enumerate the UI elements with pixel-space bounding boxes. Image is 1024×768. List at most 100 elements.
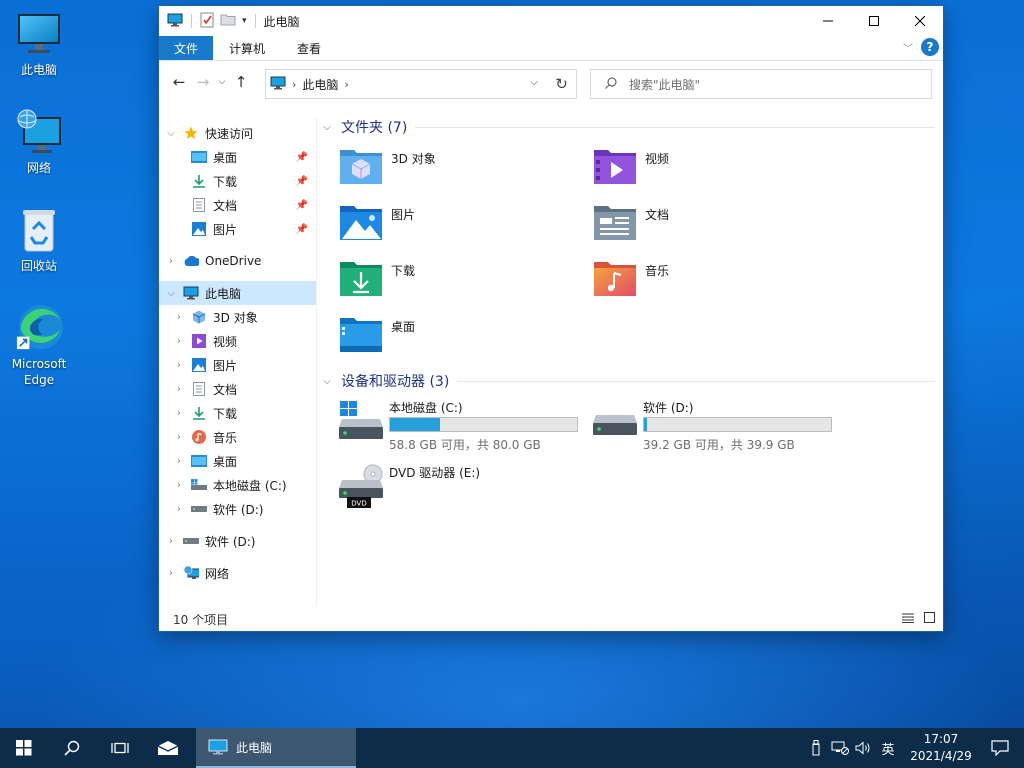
chevron-right-icon[interactable]: ›	[173, 384, 185, 395]
desktop-icon-edge[interactable]: Microsoft Edge	[0, 304, 79, 388]
chevron-right-icon[interactable]: ›	[165, 568, 177, 579]
sidebar-item-desktop[interactable]: › 桌面	[159, 449, 316, 473]
mail-button[interactable]	[144, 728, 192, 768]
recent-locations-button[interactable]: ⌵	[215, 70, 229, 94]
folder-desktop[interactable]: 桌面	[339, 314, 415, 354]
chevron-down-icon[interactable]: ⌵	[319, 376, 335, 387]
chevron-right-icon[interactable]: ›	[292, 78, 296, 91]
action-center-button[interactable]	[976, 740, 1024, 756]
chevron-right-icon[interactable]: ›	[173, 336, 185, 347]
drive-d[interactable]: 软件 (D:) 39.2 GB 可用，共 39.9 GB	[593, 399, 833, 453]
sidebar-item-desktop-pinned[interactable]: 桌面 📌	[159, 145, 316, 169]
this-pc-small-icon	[167, 13, 183, 30]
sidebar-item-drive-c[interactable]: › 本地磁盘 (C:)	[159, 473, 316, 497]
sidebar-label: 文档	[213, 382, 238, 397]
desktop-icon-network[interactable]: 网络	[0, 108, 79, 176]
forward-button[interactable]: →	[191, 70, 215, 94]
folders-group-header[interactable]: ⌵ 文件夹 (7)	[319, 116, 943, 138]
chevron-down-icon[interactable]: ⌵	[165, 288, 177, 299]
sidebar-item-downloads-pinned[interactable]: 下载 📌	[159, 169, 316, 193]
folder-3d-objects[interactable]: 3D 对象	[339, 146, 436, 186]
sidebar-item-onedrive[interactable]: › OneDrive	[159, 249, 316, 273]
maximize-button[interactable]	[851, 6, 897, 36]
drive-name: DVD 驱动器 (E:)	[389, 466, 481, 480]
network-status-icon[interactable]	[828, 741, 852, 755]
sidebar-label: 网络	[205, 566, 230, 581]
chevron-right-icon[interactable]: ›	[173, 432, 185, 443]
details-view-icon[interactable]	[902, 612, 914, 626]
desktop-icon-this-pc[interactable]: 此电脑	[0, 10, 79, 78]
new-folder-icon[interactable]	[220, 13, 236, 29]
task-view-button[interactable]	[96, 728, 144, 768]
address-dropdown-icon[interactable]: ⌵	[530, 77, 538, 88]
sidebar-item-drive-d-root[interactable]: › 软件 (D:)	[159, 529, 316, 553]
help-icon[interactable]: ?	[921, 38, 939, 56]
sidebar-item-downloads[interactable]: › 下载	[159, 401, 316, 425]
close-button[interactable]	[897, 6, 943, 36]
start-button[interactable]	[0, 728, 48, 768]
pin-icon[interactable]: 📌	[296, 152, 308, 163]
large-icons-view-icon[interactable]	[924, 612, 935, 626]
sidebar-item-this-pc[interactable]: ⌵ 此电脑	[159, 281, 316, 305]
chevron-right-icon[interactable]: ›	[344, 78, 348, 91]
usb-icon[interactable]	[804, 740, 828, 756]
windows-logo-icon	[16, 740, 32, 756]
sidebar-item-3d-objects[interactable]: › 3D 对象	[159, 305, 316, 329]
volume-icon[interactable]	[852, 741, 876, 755]
expand-ribbon-icon[interactable]: ﹀	[903, 40, 913, 55]
mail-icon	[157, 741, 179, 755]
pin-icon[interactable]: 📌	[296, 176, 308, 187]
tab-file[interactable]: 文件	[159, 36, 214, 60]
chevron-down-icon[interactable]: ⌵	[165, 128, 177, 139]
folder-music[interactable]: 音乐	[593, 258, 669, 298]
taskbar-app-this-pc[interactable]: 此电脑	[196, 728, 356, 768]
folder-videos[interactable]: 视频	[593, 146, 669, 186]
tab-view[interactable]: 查看	[281, 36, 337, 60]
customize-quick-access-icon[interactable]: ▾	[242, 16, 247, 26]
pin-icon[interactable]: 📌	[296, 200, 308, 211]
properties-icon[interactable]	[200, 12, 214, 31]
desktop-icon-recycle-bin[interactable]: 回收站	[0, 206, 79, 274]
sidebar-item-pictures[interactable]: › 图片	[159, 353, 316, 377]
title-bar[interactable]: ▾ 此电脑	[159, 6, 943, 36]
tab-computer[interactable]: 计算机	[213, 36, 281, 60]
download-icon	[191, 405, 207, 421]
search-input[interactable]: 搜索"此电脑"	[590, 69, 932, 99]
pin-icon[interactable]: 📌	[296, 224, 308, 235]
breadcrumb[interactable]: 此电脑	[302, 76, 338, 93]
drive-icon	[593, 415, 637, 435]
drive-c[interactable]: 本地磁盘 (C:) 58.8 GB 可用，共 80.0 GB	[339, 399, 579, 453]
chevron-right-icon[interactable]: ›	[165, 536, 177, 547]
folder-documents[interactable]: 文档	[593, 202, 669, 242]
chevron-right-icon[interactable]: ›	[173, 480, 185, 491]
folder-pictures[interactable]: 图片	[339, 202, 415, 242]
group-divider	[457, 380, 935, 382]
dvd-drive-icon: DVD	[339, 464, 383, 508]
chevron-right-icon[interactable]: ›	[173, 360, 185, 371]
folder-downloads[interactable]: 下载	[339, 258, 415, 298]
chevron-right-icon[interactable]: ›	[165, 256, 177, 267]
drive-e-dvd[interactable]: DVD DVD 驱动器 (E:)	[339, 464, 579, 510]
sidebar-item-drive-d[interactable]: › 软件 (D:)	[159, 497, 316, 521]
input-method-indicator[interactable]: 英	[876, 739, 900, 758]
search-button[interactable]	[48, 728, 96, 768]
up-button[interactable]: ↑	[229, 70, 253, 94]
chevron-right-icon[interactable]: ›	[173, 408, 185, 419]
refresh-button[interactable]: ↻	[547, 69, 577, 99]
minimize-button[interactable]	[805, 6, 851, 36]
sidebar-item-quick-access[interactable]: ⌵ 快速访问	[159, 121, 316, 145]
back-button[interactable]: ←	[167, 70, 191, 94]
sidebar-item-videos[interactable]: › 视频	[159, 329, 316, 353]
sidebar-item-pictures-pinned[interactable]: 图片 📌	[159, 217, 316, 241]
devices-group-header[interactable]: ⌵ 设备和驱动器 (3)	[319, 370, 943, 392]
sidebar-item-documents[interactable]: › 文档	[159, 377, 316, 401]
sidebar-item-music[interactable]: › 音乐	[159, 425, 316, 449]
chevron-down-icon[interactable]: ⌵	[319, 122, 335, 133]
sidebar-item-network[interactable]: › 网络	[159, 561, 316, 585]
address-bar[interactable]: › 此电脑 › ⌵	[265, 69, 577, 99]
clock[interactable]: 17:07 2021/4/29	[906, 731, 976, 765]
chevron-right-icon[interactable]: ›	[173, 312, 185, 323]
sidebar-item-documents-pinned[interactable]: 文档 📌	[159, 193, 316, 217]
chevron-right-icon[interactable]: ›	[173, 504, 185, 515]
chevron-right-icon[interactable]: ›	[173, 456, 185, 467]
